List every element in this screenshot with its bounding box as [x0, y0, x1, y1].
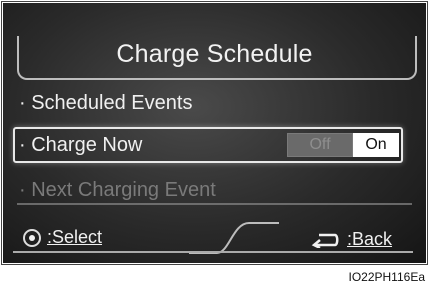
select-hint: :Select	[47, 227, 103, 247]
menu-item-charge-now[interactable]: · Charge Now	[19, 134, 142, 157]
return-arrow-icon[interactable]	[311, 232, 339, 248]
back-button[interactable]: :Back	[347, 229, 392, 250]
display-screen: Charge Schedule · Scheduled Events · Cha…	[3, 3, 426, 263]
menu-item-scheduled-events[interactable]: · Scheduled Events	[19, 92, 192, 115]
dial-knob-icon	[23, 229, 41, 247]
menu-divider	[17, 203, 412, 205]
figure-id-label: IO22PH116Ea	[348, 270, 426, 284]
toggle-on-option[interactable]: On	[353, 133, 399, 157]
menu-item-next-charging-event: · Next Charging Event	[19, 179, 216, 201]
footer-line	[13, 251, 413, 253]
toggle-off-option[interactable]: Off	[287, 133, 353, 157]
page-title: Charge Schedule	[116, 40, 313, 68]
footer-decorative-curve	[189, 222, 279, 254]
